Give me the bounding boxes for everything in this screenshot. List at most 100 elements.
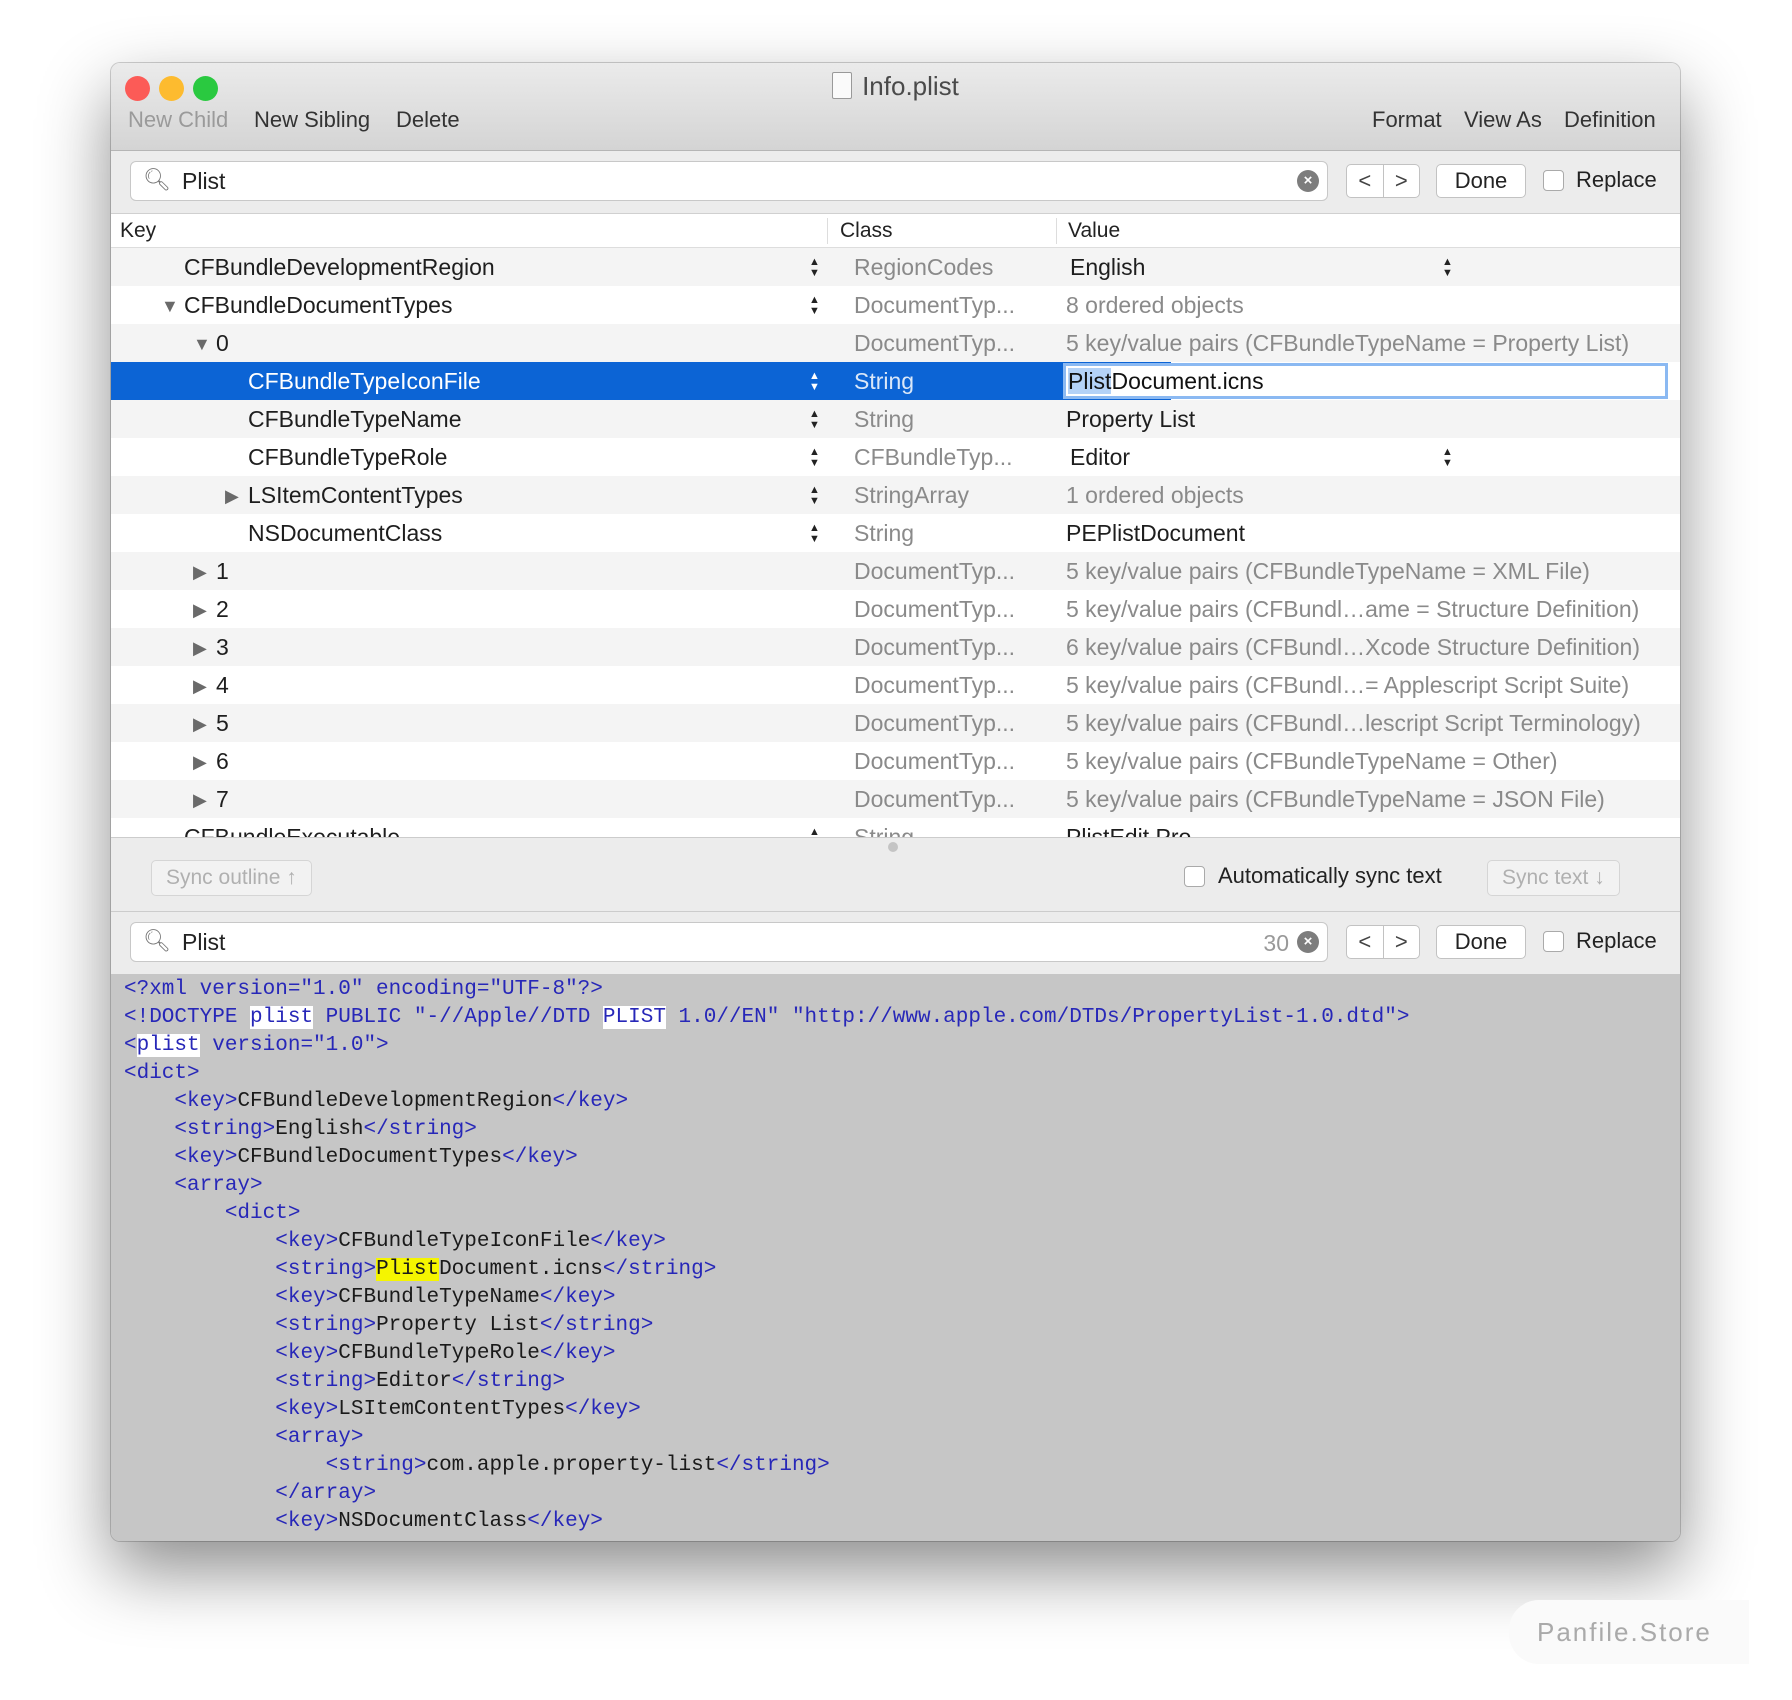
disclosure-collapsed-icon[interactable]: ▶ (193, 714, 207, 735)
outline-row[interactable]: ▶ 3 DocumentTyp... 6 key/value pairs (CFBun… (111, 628, 1680, 666)
disclosure-collapsed-icon[interactable]: ▶ (193, 638, 207, 659)
row-class[interactable]: StringArray (854, 482, 969, 509)
search-match: plist (136, 1034, 200, 1057)
value-edit-field[interactable]: PlistDocument.icns (1063, 363, 1668, 399)
disclosure-expanded-icon[interactable]: ▼ (161, 296, 179, 317)
row-key: 2 (216, 596, 229, 622)
replace-label: Replace (1576, 928, 1657, 953)
code-line: <key>CFBundleTypeIconFile</key> (124, 1228, 666, 1256)
xml-tag: </key> (502, 1146, 578, 1169)
row-class[interactable]: DocumentTyp... (854, 748, 1015, 775)
column-header-key[interactable]: Key (120, 219, 156, 243)
definition-menu[interactable]: Definition (1564, 107, 1656, 133)
view-as-menu[interactable]: View As (1464, 107, 1542, 133)
outline-row[interactable]: ▶ 4 DocumentTyp... 5 key/value pairs (CFBun… (111, 666, 1680, 704)
new-child-button[interactable]: New Child (128, 107, 228, 133)
row-class[interactable]: DocumentTyp... (854, 672, 1015, 699)
split-view-handle[interactable] (888, 842, 898, 852)
find-next-button[interactable]: > (1384, 165, 1420, 197)
row-class[interactable]: DocumentTyp... (854, 558, 1015, 585)
outline-view: Key Class Value CFBundleDevelopmentRegio… (111, 213, 1680, 837)
row-value: 6 key/value pairs (CFBundl…Xcode Structu… (1066, 634, 1640, 660)
disclosure-expanded-icon[interactable]: ▼ (193, 334, 211, 355)
type-stepper-icon[interactable]: ▲▼ (809, 257, 820, 279)
find-next-button[interactable]: > (1384, 926, 1420, 958)
find-done-button[interactable]: Done (1436, 164, 1526, 198)
column-header-value[interactable]: Value (1068, 219, 1120, 243)
disclosure-collapsed-icon[interactable]: ▶ (193, 562, 207, 583)
row-class[interactable]: DocumentTyp... (854, 596, 1015, 623)
outline-row[interactable]: ▶ 7 DocumentTyp... 5 key/value pairs (CFBun… (111, 780, 1680, 818)
disclosure-collapsed-icon[interactable]: ▶ (225, 486, 239, 507)
outline-row[interactable]: CFBundleTypeIconFile ▲ ▼ String PlistDocumen… (111, 362, 1680, 400)
clear-search-icon[interactable]: × (1297, 170, 1319, 192)
auto-sync-label: Automatically sync text (1218, 863, 1442, 888)
popup-chevrons-icon[interactable]: ▲ ▼ (1442, 257, 1453, 279)
outline-row[interactable]: ▶ LSItemContentTypes ▲ ▼ StringArray 1 ordere… (111, 476, 1680, 514)
outline-row[interactable]: ▶ 6 DocumentTyp... 5 key/value pairs (CFBun… (111, 742, 1680, 780)
outline-row[interactable]: CFBundleDevelopmentRegion ▲ ▼ RegionCodes En… (111, 248, 1680, 286)
type-stepper-icon[interactable]: ▲▼ (809, 485, 820, 507)
outline-row[interactable]: ▶ 5 DocumentTyp... 5 key/value pairs (CFBun… (111, 704, 1680, 742)
new-sibling-button[interactable]: New Sibling (254, 107, 370, 133)
find-previous-button[interactable]: < (1347, 926, 1384, 958)
row-class[interactable]: String (854, 368, 914, 395)
outline-row[interactable]: CFBundleExecutable ▲▼ String PlistEdit Pro (111, 818, 1680, 837)
replace-checkbox[interactable] (1543, 170, 1564, 191)
match-count: 30 (1263, 930, 1289, 956)
xml-tag: <key> (275, 1510, 339, 1533)
row-value[interactable]: English (1070, 254, 1145, 281)
row-class[interactable]: DocumentTyp... (854, 634, 1015, 661)
type-stepper-icon[interactable]: ▲▼ (809, 827, 820, 838)
xml-tag: version="1.0"> (199, 1034, 389, 1057)
replace-checkbox[interactable] (1543, 931, 1564, 952)
xml-tag: </key> (539, 1286, 616, 1309)
row-value: 5 key/value pairs (CFBundl…lescript Scri… (1066, 710, 1641, 736)
code-line: <dict> (124, 1060, 200, 1088)
text-search-input[interactable]: 🔍︎ Plist 30 × (130, 922, 1328, 962)
auto-sync-checkbox[interactable] (1184, 866, 1205, 887)
outline-row[interactable]: ▶ 2 DocumentTyp... 5 key/value pairs (CFBun… (111, 590, 1680, 628)
xml-text-editor[interactable]: <?xml version="1.0" encoding="UTF-8"?> <!… (111, 974, 1680, 1541)
row-class[interactable]: String (854, 406, 914, 433)
disclosure-collapsed-icon[interactable]: ▶ (193, 790, 207, 811)
row-class[interactable]: String (854, 520, 914, 547)
row-class[interactable]: DocumentTyp... (854, 710, 1015, 737)
row-class[interactable]: DocumentTyp... (854, 786, 1015, 813)
disclosure-collapsed-icon[interactable]: ▶ (193, 676, 207, 697)
code-line: <key>CFBundleTypeName</key> (124, 1284, 616, 1312)
clear-search-icon[interactable]: × (1297, 931, 1319, 953)
xml-text: CFBundleTypeName (338, 1286, 540, 1309)
outline-row[interactable]: CFBundleTypeName ▲ ▼ String Property List (111, 400, 1680, 438)
delete-button[interactable]: Delete (396, 107, 460, 133)
format-menu[interactable]: Format (1372, 107, 1442, 133)
type-stepper-icon[interactable]: ▲▼ (809, 523, 820, 545)
popup-chevrons-icon[interactable]: ▲ ▼ (1442, 447, 1453, 469)
outline-row[interactable]: ▶ 1 DocumentTyp... 5 key/value pairs (CFBun… (111, 552, 1680, 590)
row-class[interactable]: RegionCodes (854, 254, 993, 281)
type-stepper-icon[interactable]: ▲▼ (809, 409, 820, 431)
row-class[interactable]: String (854, 824, 914, 837)
outline-row[interactable]: ▼ 0 DocumentTyp... 5 key/value pairs (CFBun… (111, 324, 1680, 362)
disclosure-collapsed-icon[interactable]: ▶ (193, 600, 207, 621)
type-stepper-icon[interactable]: ▲▼ (809, 447, 820, 469)
search-icon: 🔍︎ (143, 928, 171, 953)
row-class[interactable]: DocumentTyp... (854, 292, 1015, 319)
row-class[interactable]: CFBundleTyp... (854, 444, 1013, 471)
outline-row[interactable]: CFBundleTypeRole ▲ ▼ CFBundleTyp... Editor ▲ ▼ (111, 438, 1680, 476)
outline-row[interactable]: ▼ CFBundleDocumentTypes ▲ ▼ DocumentTyp... 8 … (111, 286, 1680, 324)
disclosure-collapsed-icon[interactable]: ▶ (193, 752, 207, 773)
xml-text: CFBundleTypeRole (338, 1342, 540, 1365)
outline-row[interactable]: NSDocumentClass ▲ ▼ String PEPlistDocument (111, 514, 1680, 552)
column-header-class[interactable]: Class (840, 219, 893, 243)
type-stepper-icon[interactable]: ▲▼ (809, 295, 820, 317)
row-class[interactable]: DocumentTyp... (854, 330, 1015, 357)
find-done-button[interactable]: Done (1436, 925, 1526, 959)
xml-tag: <string> (174, 1118, 276, 1141)
sync-outline-button[interactable]: Sync outline ↑ (151, 860, 312, 896)
row-value[interactable]: Editor (1070, 444, 1130, 471)
sync-text-button[interactable]: Sync text ↓ (1487, 860, 1620, 896)
find-previous-button[interactable]: < (1347, 165, 1384, 197)
outline-search-input[interactable]: 🔍︎ Plist × (130, 161, 1328, 201)
type-stepper-icon[interactable]: ▲▼ (809, 371, 820, 393)
